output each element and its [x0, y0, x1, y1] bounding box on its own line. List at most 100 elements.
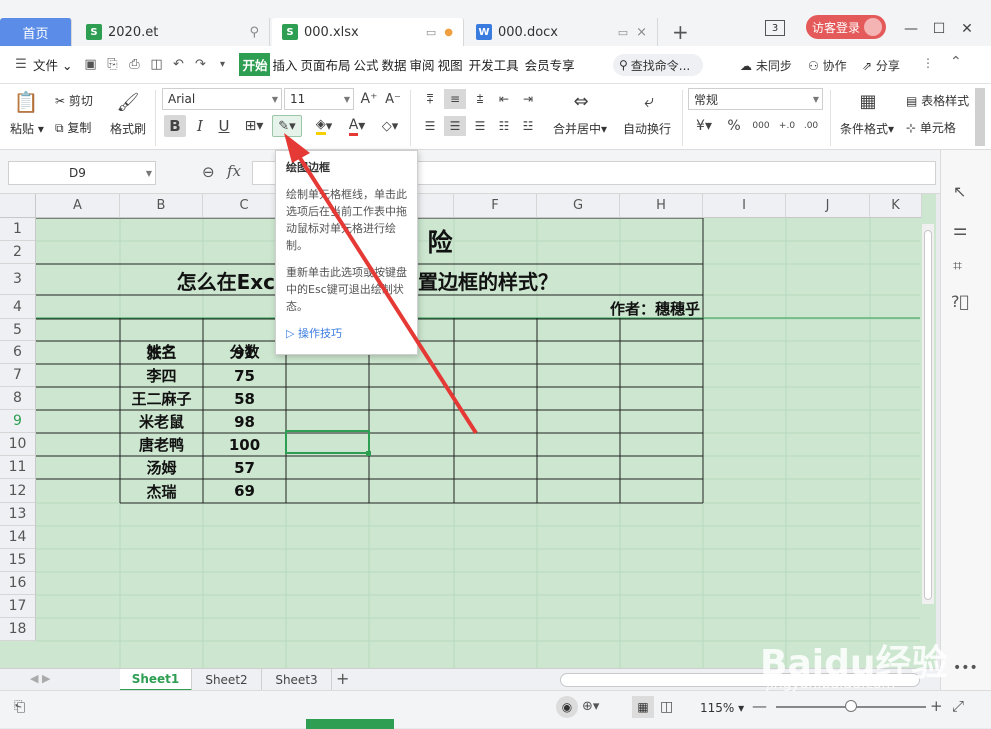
new-tab-plus-icon[interactable]: +	[672, 20, 689, 44]
sheet-nav-icon[interactable]: ◀ ▶	[30, 672, 50, 685]
column-header-i[interactable]: I	[703, 194, 786, 218]
more-chevron-icon[interactable]: ▾	[211, 54, 233, 76]
font-select[interactable]: Arial ▼	[162, 88, 282, 110]
subtitle-cell-right[interactable]: 置边框的样式？	[418, 265, 588, 295]
tab-000-docx[interactable]: W 000.docx ▭ ×	[466, 18, 658, 46]
score-cell[interactable]: 100	[203, 433, 286, 456]
minimize-icon[interactable]: —	[898, 18, 924, 40]
tab-2020-et[interactable]: S 2020.et ⚲	[76, 18, 270, 46]
redo-icon[interactable]: ↷	[189, 54, 211, 76]
row-header-3[interactable]: 3	[0, 264, 36, 295]
row-header-18[interactable]: 18	[0, 618, 36, 641]
tooltip-tips-link[interactable]: ▷ 操作技巧	[286, 325, 407, 342]
row-header-2[interactable]: 2	[0, 241, 36, 264]
close-window-icon[interactable]: ✕	[954, 18, 980, 40]
name-box[interactable]: D9 ▼	[8, 161, 156, 185]
undo-icon[interactable]: ↶	[167, 54, 189, 76]
zoom-out-icon[interactable]: —	[752, 697, 767, 715]
tab-000-xlsx[interactable]: S 000.xlsx ▭ ●	[272, 18, 464, 46]
active-cell-d9[interactable]	[285, 430, 370, 454]
command-search[interactable]: ⚲ 查找命令...	[613, 54, 703, 76]
merge-icon[interactable]: ⇔	[568, 90, 594, 112]
sync-status[interactable]: ☁ 未同步	[740, 57, 792, 74]
cut-button[interactable]: ✂ 剪切	[55, 92, 93, 109]
save-icon[interactable]: ▣	[79, 54, 101, 76]
crop-icon[interactable]: ⌗	[953, 256, 962, 276]
eye-protect-icon[interactable]: ◉	[556, 696, 578, 718]
window-count-badge[interactable]: 3	[765, 20, 785, 36]
row-header-4[interactable]: 4	[0, 295, 36, 319]
row-header-5[interactable]: 5	[0, 319, 36, 341]
column-header-h[interactable]: H	[620, 194, 703, 218]
name-cell[interactable]: 杰瑞	[120, 479, 203, 503]
percent-icon[interactable]: %	[724, 115, 744, 137]
currency-icon[interactable]: ¥▾	[692, 115, 716, 137]
help-icon[interactable]: ?⃝	[951, 292, 969, 311]
fx-icon[interactable]: fx	[227, 162, 241, 180]
more-dots-icon[interactable]: •••	[953, 660, 978, 676]
decrease-decimal-icon[interactable]: .00	[800, 115, 822, 137]
add-sheet-icon[interactable]: +	[336, 669, 349, 688]
cell-format-button[interactable]: ⊹ 单元格	[906, 119, 956, 136]
monitor-icon[interactable]: ▭	[618, 26, 628, 39]
merge-center-button[interactable]: 合并居中▾	[553, 120, 607, 137]
row-header-11[interactable]: 11	[0, 456, 36, 479]
indent-decrease-icon[interactable]: ⇤	[494, 89, 514, 109]
collab-button[interactable]: ⚇ 协作	[808, 57, 847, 74]
align-center-icon[interactable]: ☰	[444, 116, 466, 136]
pin-icon[interactable]: ⚲	[249, 25, 259, 40]
row-header-12[interactable]: 12	[0, 479, 36, 503]
menu-view[interactable]: 视图	[437, 55, 464, 74]
column-header-b[interactable]: B	[120, 194, 203, 218]
maximize-icon[interactable]: ☐	[926, 18, 952, 40]
row-header-6[interactable]: 6	[0, 341, 36, 364]
name-cell[interactable]: 李四	[120, 364, 203, 387]
align-bottom-icon[interactable]: ⩲	[470, 89, 490, 109]
zoom-level[interactable]: 115% ▾	[700, 701, 744, 715]
hamburger-icon[interactable]: ☰	[10, 54, 32, 76]
menu-developer[interactable]: 开发工具	[468, 55, 520, 74]
fill-handle[interactable]	[366, 451, 371, 456]
sheet-tab-2[interactable]: Sheet2	[192, 669, 262, 691]
select-all-corner[interactable]	[0, 194, 36, 218]
zoom-lookup-icon[interactable]: ⊖	[202, 163, 215, 181]
font-color-icon[interactable]: A ▾	[343, 115, 371, 137]
score-cell[interactable]: 57	[203, 456, 286, 479]
wrap-icon[interactable]: ⤶	[636, 90, 662, 112]
page-layout-icon[interactable]: ⊕▾	[582, 699, 599, 714]
menu-data[interactable]: 数据	[381, 55, 408, 74]
score-cell[interactable]: 58	[203, 387, 286, 410]
normal-view-icon[interactable]: ▦	[632, 696, 654, 718]
column-header-g[interactable]: G	[537, 194, 620, 218]
score-cell[interactable]: 98	[203, 410, 286, 433]
copy-button[interactable]: ⧉ 复制	[55, 119, 91, 136]
page-break-view-icon[interactable]: ◫	[660, 699, 673, 715]
pointer-icon[interactable]: ↖	[953, 182, 966, 201]
monitor-icon[interactable]: ▭	[426, 26, 436, 39]
author-cell[interactable]: 作者：穗穗乎	[560, 296, 700, 320]
row-header-9[interactable]: 9	[0, 410, 36, 433]
row-header-13[interactable]: 13	[0, 503, 36, 526]
column-header-j[interactable]: J	[786, 194, 870, 218]
menu-insert[interactable]: 插入	[271, 55, 298, 74]
vertical-scrollbar[interactable]	[922, 224, 934, 604]
border-icon[interactable]: ⊞▾	[240, 115, 268, 137]
draw-border-icon[interactable]: ✎▾	[272, 115, 302, 137]
number-format-select[interactable]: 常规 ▼	[688, 88, 823, 110]
row-header-1[interactable]: 1	[0, 218, 36, 241]
conditional-format-button[interactable]: 条件格式▾	[840, 120, 894, 137]
menu-formula[interactable]: 公式	[353, 55, 380, 74]
increase-font-icon[interactable]: A⁺	[360, 88, 378, 110]
score-cell[interactable]: 69	[203, 479, 286, 503]
wrap-text-button[interactable]: 自动换行	[623, 120, 671, 137]
ribbon-scroll[interactable]	[975, 88, 985, 146]
fill-color-icon[interactable]: ◈ ▾	[308, 115, 340, 137]
menu-member[interactable]: 会员专享	[524, 55, 576, 74]
thousands-icon[interactable]: 000	[750, 115, 772, 137]
align-left-icon[interactable]: ☰	[420, 116, 440, 136]
row-header-8[interactable]: 8	[0, 387, 36, 410]
row-header-14[interactable]: 14	[0, 526, 36, 549]
distributed-icon[interactable]: ☳	[518, 116, 538, 136]
row-header-7[interactable]: 7	[0, 364, 36, 387]
decrease-font-icon[interactable]: A⁻	[384, 88, 402, 110]
